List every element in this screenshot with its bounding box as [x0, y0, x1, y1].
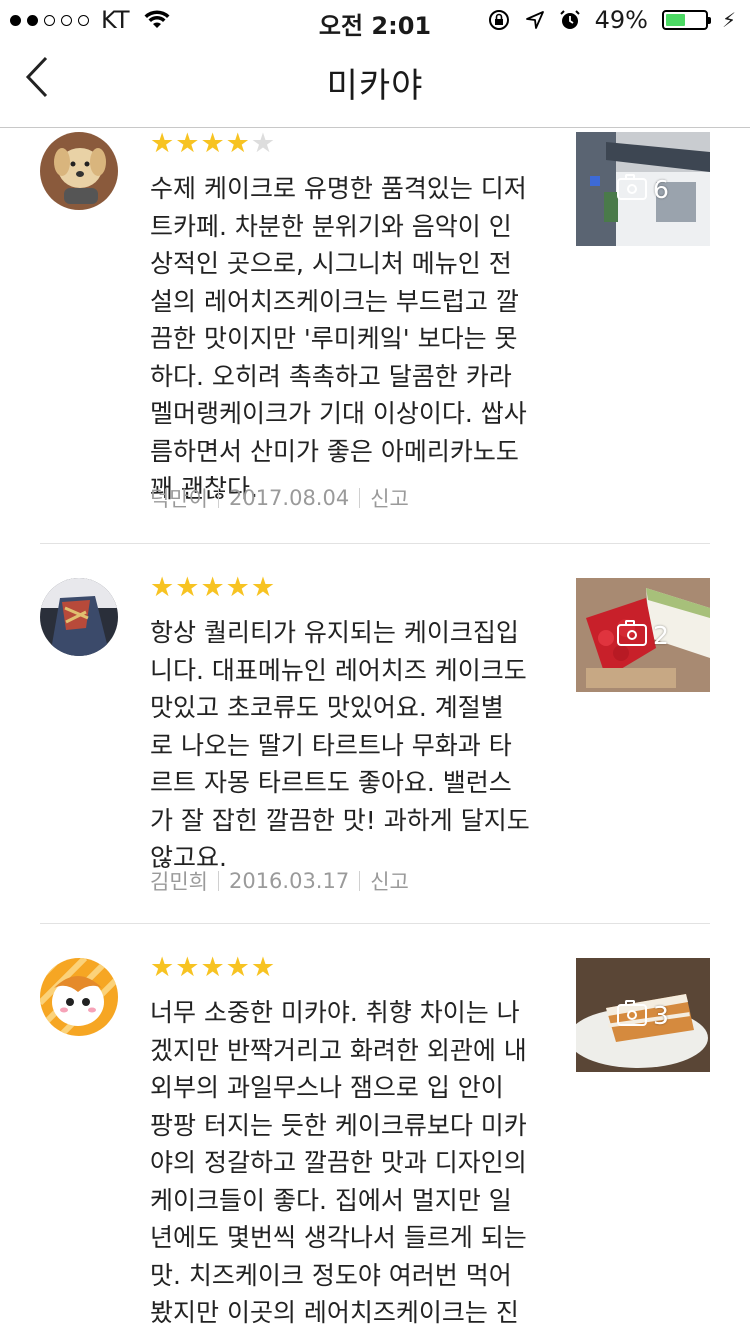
report-link[interactable]: 신고: [370, 483, 409, 513]
star-filled-icon: ★: [175, 572, 200, 603]
star-rating: ★ ★ ★ ★ ★: [150, 954, 275, 982]
star-filled-icon: ★: [175, 128, 200, 159]
alarm-icon: [559, 10, 580, 29]
navigation-bar: 미카야: [0, 40, 750, 128]
star-filled-icon: ★: [150, 572, 175, 603]
review-text: 너무 소중한 미카야. 취향 차이는 나 겠지만 반짝거리고 화려한 외관에 내…: [150, 998, 527, 1327]
review-text: 항상 퀄리티가 유지되는 케이크집입 니다. 대표메뉴인 레어치즈 케이크도 맛…: [150, 618, 530, 872]
avatar[interactable]: [40, 578, 118, 656]
review-photo[interactable]: 2: [576, 578, 710, 692]
report-link[interactable]: 신고: [370, 866, 409, 896]
review-item: ★ ★ ★ ★ ★ 너무 소중한 미카야. 취향 차이는 나 겠지만 반짝거리고 화려한…: [40, 924, 710, 1334]
review-date: 2016.03.17: [228, 869, 350, 893]
review-text: 수제 케이크로 유명한 품격있는 디저 트카페. 차분한 분위기와 음악이 인 …: [150, 174, 527, 503]
review-item: ★ ★ ★ ★ ★ 수제 케이크로 유명한 품격있는 디저 트카페. 차분한 분위기와 …: [40, 128, 710, 544]
star-filled-icon: ★: [150, 128, 175, 159]
review-item: ★ ★ ★ ★ ★ 항상 퀄리티가 유지되는 케이크집입 니다. 대표메뉴인 레어치즈 …: [40, 544, 710, 924]
review-author[interactable]: 김민희: [150, 866, 208, 896]
review-photo[interactable]: 3: [576, 958, 710, 1072]
star-filled-icon: ★: [175, 952, 200, 983]
star-empty-icon: ★: [250, 128, 276, 159]
star-filled-icon: ★: [200, 128, 225, 159]
photo-count: 3: [653, 1000, 669, 1030]
page-title: 미카야: [326, 66, 424, 106]
photo-count-badge: 2: [576, 578, 710, 692]
star-filled-icon: ★: [250, 952, 276, 983]
photo-count-badge: 3: [576, 958, 710, 1072]
camera-icon: [617, 174, 648, 200]
review-list[interactable]: ★ ★ ★ ★ ★ 수제 케이크로 유명한 품격있는 디저 트카페. 차분한 분위기와 …: [0, 128, 750, 1334]
camera-icon: [617, 1000, 648, 1026]
star-filled-icon: ★: [225, 952, 250, 983]
star-filled-icon: ★: [225, 128, 250, 159]
avatar[interactable]: [40, 958, 118, 1036]
battery-icon: [661, 10, 711, 30]
rotation-lock-icon: [488, 10, 509, 30]
battery-percent: 49%: [594, 6, 648, 34]
review-author[interactable]: 덕만이: [150, 483, 208, 513]
status-bar: KT 오전 2:01 49% ⚡: [0, 0, 750, 40]
star-filled-icon: ★: [250, 572, 276, 603]
review-meta: 덕만이 2017.08.04 신고: [150, 483, 409, 513]
photo-count: 2: [653, 620, 669, 650]
charging-bolt-icon: ⚡: [721, 8, 736, 32]
star-filled-icon: ★: [200, 952, 225, 983]
review-date: 2017.08.04: [228, 486, 350, 510]
star-rating: ★ ★ ★ ★ ★: [150, 130, 275, 158]
star-filled-icon: ★: [225, 572, 250, 603]
review-photo[interactable]: 6: [576, 132, 710, 246]
location-arrow-icon: [525, 11, 544, 29]
avatar[interactable]: [40, 132, 118, 210]
camera-icon: [617, 620, 648, 646]
star-rating: ★ ★ ★ ★ ★: [150, 574, 275, 602]
photo-count: 6: [653, 174, 669, 204]
photo-count-badge: 6: [576, 132, 710, 246]
star-filled-icon: ★: [150, 952, 175, 983]
review-meta: 김민희 2016.03.17 신고: [150, 866, 409, 896]
star-filled-icon: ★: [200, 572, 225, 603]
